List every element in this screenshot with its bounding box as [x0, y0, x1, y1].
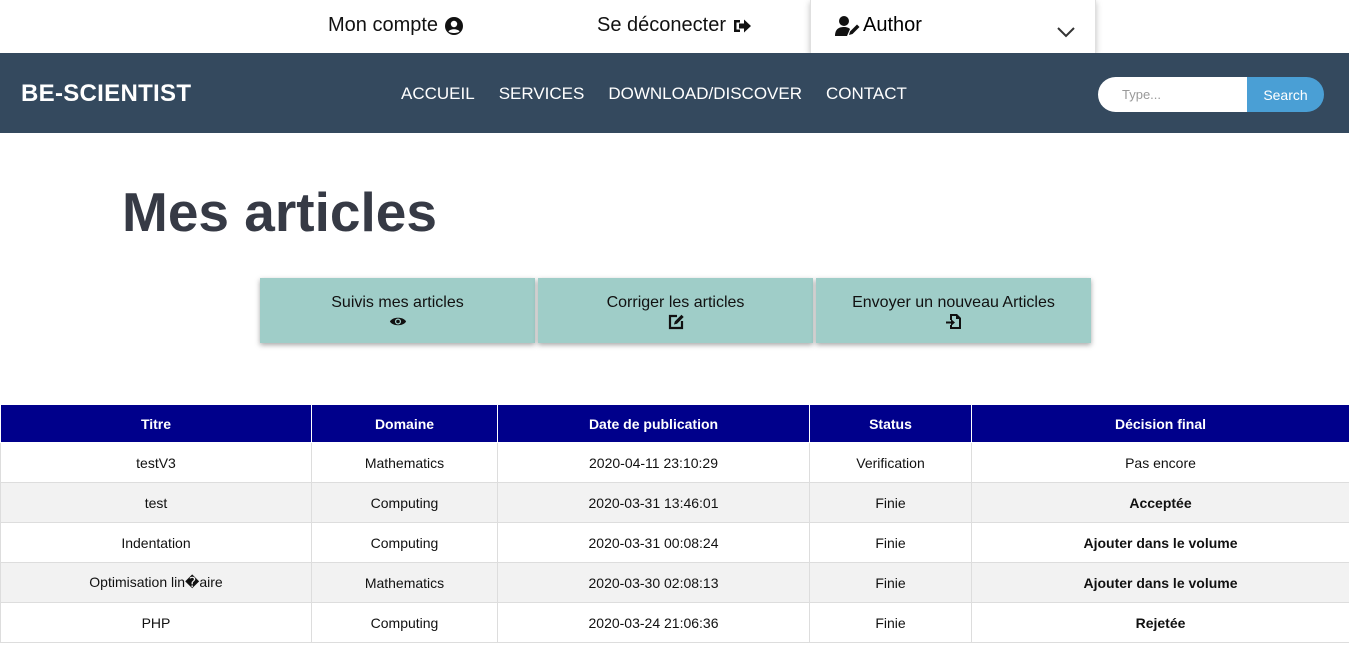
cell-titre: Indentation [0, 522, 312, 563]
search-button[interactable]: Search [1247, 77, 1324, 112]
send-article-button[interactable]: Envoyer un nouveau Articles [816, 278, 1091, 343]
file-import-icon [945, 314, 961, 329]
nav-links: ACCUEIL SERVICES DOWNLOAD/DISCOVER CONTA… [401, 84, 907, 104]
cell-date: 2020-03-31 13:46:01 [497, 482, 810, 523]
cell-decision: Pas encore [971, 442, 1349, 483]
table-row: test Computing 2020-03-31 13:46:01 Finie… [0, 482, 1349, 523]
my-account-link[interactable]: Mon compte [328, 14, 464, 37]
cell-titre: PHP [0, 602, 312, 643]
track-articles-button[interactable]: Suivis mes articles [260, 278, 535, 343]
table-row: Optimisation lin�aire Mathematics 2020-0… [0, 562, 1349, 603]
cell-decision: Ajouter dans le volume [971, 562, 1349, 603]
table-row: testV3 Mathematics 2020-04-11 23:10:29 V… [0, 442, 1349, 483]
search-form: Search [1098, 77, 1324, 112]
column-header-titre: Titre [0, 404, 312, 443]
top-bar: Mon compte Se déconecter Author [0, 0, 1349, 53]
cell-status: Verification [809, 442, 972, 483]
edit-icon [668, 314, 684, 330]
cell-titre: test [0, 482, 312, 523]
action-buttons: Suivis mes articles Corriger les article… [260, 278, 1091, 343]
table-row: Indentation Computing 2020-03-31 00:08:2… [0, 522, 1349, 563]
table-row: PHP Computing 2020-03-24 21:06:36 Finie … [0, 602, 1349, 643]
cell-date: 2020-03-31 00:08:24 [497, 522, 810, 563]
table-header-row: Titre Domaine Date de publication Status… [0, 404, 1349, 443]
cell-date: 2020-03-24 21:06:36 [497, 602, 810, 643]
nav-link-services[interactable]: SERVICES [499, 84, 585, 104]
cell-domaine: Mathematics [311, 442, 498, 483]
role-label: Author [863, 14, 922, 36]
user-circle-icon [445, 16, 464, 35]
cell-status: Finie [809, 562, 972, 603]
cell-decision: Acceptée [971, 482, 1349, 523]
column-header-domaine: Domaine [311, 404, 498, 443]
search-input[interactable] [1098, 77, 1247, 112]
cell-decision: Rejetée [971, 602, 1349, 643]
main-navbar: BE-SCIENTIST ACCUEIL SERVICES DOWNLOAD/D… [0, 53, 1349, 133]
nav-link-accueil[interactable]: ACCUEIL [401, 84, 475, 104]
page-title: Mes articles [122, 181, 437, 243]
cell-status: Finie [809, 602, 972, 643]
cell-status: Finie [809, 522, 972, 563]
cell-titre: testV3 [0, 442, 312, 483]
cell-domaine: Mathematics [311, 562, 498, 603]
correct-articles-button[interactable]: Corriger les articles [538, 278, 813, 343]
nav-link-download[interactable]: DOWNLOAD/DISCOVER [608, 84, 802, 104]
sign-out-icon [733, 19, 751, 32]
column-header-status: Status [809, 404, 972, 443]
cell-domaine: Computing [311, 522, 498, 563]
logout-label: Se déconecter [597, 14, 726, 36]
cell-titre: Optimisation lin�aire [0, 562, 312, 603]
column-header-date: Date de publication [497, 404, 810, 443]
role-dropdown[interactable]: Author [810, 0, 1096, 53]
chevron-down-icon [1057, 27, 1075, 38]
articles-table: Titre Domaine Date de publication Status… [0, 404, 1349, 643]
cell-domaine: Computing [311, 602, 498, 643]
track-articles-label: Suivis mes articles [331, 294, 464, 311]
nav-link-contact[interactable]: CONTACT [826, 84, 907, 104]
logout-link[interactable]: Se déconecter [597, 14, 752, 37]
my-account-label: Mon compte [328, 14, 439, 36]
cell-decision: Ajouter dans le volume [971, 522, 1349, 563]
user-edit-icon [835, 15, 860, 36]
column-header-decision: Décision final [971, 404, 1349, 443]
cell-status: Finie [809, 482, 972, 523]
cell-date: 2020-04-11 23:10:29 [497, 442, 810, 483]
correct-articles-label: Corriger les articles [606, 294, 745, 311]
brand-logo[interactable]: BE-SCIENTIST [21, 80, 191, 108]
cell-domaine: Computing [311, 482, 498, 523]
send-article-label: Envoyer un nouveau Articles [852, 294, 1055, 311]
eye-icon [389, 317, 406, 326]
cell-date: 2020-03-30 02:08:13 [497, 562, 810, 603]
